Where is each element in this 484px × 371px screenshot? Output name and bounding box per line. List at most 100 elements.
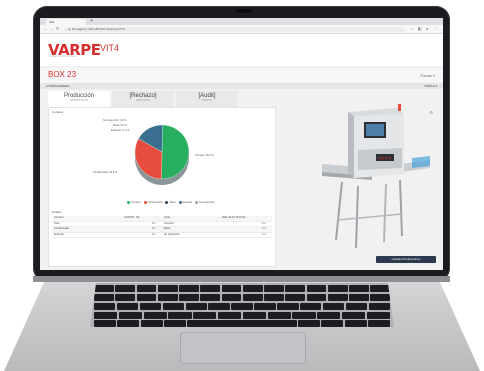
table-cell: 0 u [262, 221, 266, 225]
legend-item[interactable]: Especial [178, 201, 193, 205]
keyboard-key [179, 285, 199, 292]
keyboard-key [162, 303, 185, 310]
reload-icon[interactable]: ↻ [56, 25, 59, 33]
slice-label-no-inspeccion: No inspección: 0.0 % [103, 119, 127, 122]
legend-swatch [127, 201, 130, 204]
table-cell: 0 u [152, 221, 156, 225]
keyboard-key [341, 312, 366, 319]
tab-audit[interactable]: [Audit] TRAZAS [176, 91, 238, 107]
keyboard-key [157, 294, 178, 301]
keyboard-key [94, 294, 114, 301]
keyboard-key [94, 320, 116, 327]
legend-label: Especial [182, 201, 193, 205]
keyboard-key [368, 303, 391, 310]
keyboard-key [292, 312, 316, 319]
extensions-icon[interactable]: ◧ [418, 25, 422, 33]
table-cell: 0 u [262, 232, 266, 236]
keyboard-key [298, 320, 320, 327]
url-input[interactable]: ▲ No seguro | 192.168.100.70/ui/vyp/VIT4 [64, 26, 404, 32]
table-cell: Correcto [54, 216, 64, 219]
profile-icon[interactable]: ● [426, 25, 428, 33]
keyboard-key [221, 285, 242, 292]
keyboard-key [321, 320, 344, 327]
keyboard-key [267, 312, 291, 319]
keyboard-key [117, 320, 140, 327]
table-cell: Contaminado [54, 227, 69, 230]
new-tab-button[interactable]: + [90, 18, 93, 25]
keyboard-key [143, 312, 167, 319]
legend-item[interactable]: Contaminado [143, 201, 163, 205]
keyboard-key [327, 294, 348, 301]
keyboard-key [349, 294, 369, 301]
table-cell: 0 u [152, 232, 156, 236]
keyboard-key [157, 285, 178, 292]
keyboard-key [277, 303, 299, 310]
legend-item[interactable]: Correcto [127, 201, 141, 204]
keyboard-key [118, 312, 143, 319]
keyboard-key [242, 312, 267, 319]
trackpad [180, 332, 306, 364]
xray-machine-image: VARPE [322, 104, 430, 249]
legend-item[interactable]: Masa [165, 201, 176, 204]
app-header: VARPE INSPECTION SYSTEMS VIT4 [40, 34, 443, 66]
forward-icon[interactable]: → [50, 25, 54, 33]
keyboard-key [168, 312, 192, 319]
table-cell: Total [54, 221, 60, 225]
star-icon[interactable]: ☆ [410, 25, 414, 33]
keyboard-key [94, 312, 118, 319]
pause-button[interactable]: Pause ⏸ [421, 73, 435, 78]
title-bar: BOX 23 Pause ⏸ [40, 68, 443, 84]
keyboard-key [306, 285, 327, 292]
table-cell: 2021-10-27 15:23:40 [222, 216, 246, 219]
keyboard-key [164, 320, 186, 327]
menu-icon[interactable]: ⋮ [434, 25, 438, 33]
slice-label-especial: Especial: 17.1 % [111, 129, 130, 132]
keyboard-key [366, 312, 391, 319]
keyboard-key [300, 303, 322, 310]
chart-legend: Correcto Contaminado Masa Especial No in… [127, 201, 215, 204]
keyboard-key [285, 294, 305, 301]
table-cell: 0 u [152, 227, 156, 230]
listado-producciones-button[interactable]: Listado Producciones [376, 256, 436, 263]
tab-rechazo[interactable]: [Rechazo] RECHAZOS [112, 91, 174, 107]
legend-swatch [195, 201, 199, 204]
legend-item[interactable]: No inspección [195, 201, 215, 204]
product-name: VIT4 [100, 43, 120, 53]
keyboard-row [90, 294, 394, 301]
keyboard-key [285, 285, 305, 292]
camera-notch [236, 9, 252, 13]
keyboard-key [217, 312, 242, 319]
indicators-bar: ● INDICADORES INDICA ▾ [40, 84, 443, 89]
keyboard-key [185, 303, 207, 310]
keyboard [90, 283, 394, 327]
laptop-base [0, 276, 484, 371]
keyboard-key [349, 285, 369, 292]
table-row: Especial 0 u No inspección 0 u [52, 232, 272, 238]
keyboard-key [200, 294, 220, 301]
keyboard-key [264, 285, 284, 292]
brand-tagline: INSPECTION SYSTEMS [49, 56, 77, 58]
indicators-dropdown[interactable]: INDICA ▾ [425, 84, 437, 89]
chart-section-label: Conteos [52, 110, 64, 114]
keyboard-key [187, 320, 297, 327]
keyboard-key [94, 285, 114, 292]
keyboard-key [140, 320, 163, 327]
tab-produccion[interactable]: Producción ESTADÍSTICAS [48, 91, 110, 107]
detail-table: Correcto 1/2/3/4/5 - 3/4 Inicio 2021-10-… [52, 216, 272, 238]
table-cell: 1/2/3/4/5 - 3/4 [124, 216, 140, 219]
tab-subtitle: ESTADÍSTICAS [70, 99, 88, 102]
indicators-label[interactable]: ● INDICADORES [46, 84, 69, 89]
slice-label-contaminado: Contaminado: 32.9 % [93, 171, 118, 174]
legend-swatch [143, 201, 147, 204]
view-tabs: Producción ESTADÍSTICAS [Rechazo] RECHAZ… [48, 91, 268, 107]
machine-brand: VARPE [378, 156, 392, 161]
pie-chart [134, 125, 190, 185]
keyboard-key [94, 303, 116, 310]
keyboard-key [242, 294, 263, 301]
tab-subtitle: TRAZAS [202, 99, 212, 102]
back-icon[interactable]: ← [44, 25, 48, 33]
keyboard-key [208, 303, 230, 310]
keyboard-key [370, 285, 390, 292]
keyboard-key [231, 303, 253, 310]
legend-label: Contaminado [147, 201, 163, 205]
